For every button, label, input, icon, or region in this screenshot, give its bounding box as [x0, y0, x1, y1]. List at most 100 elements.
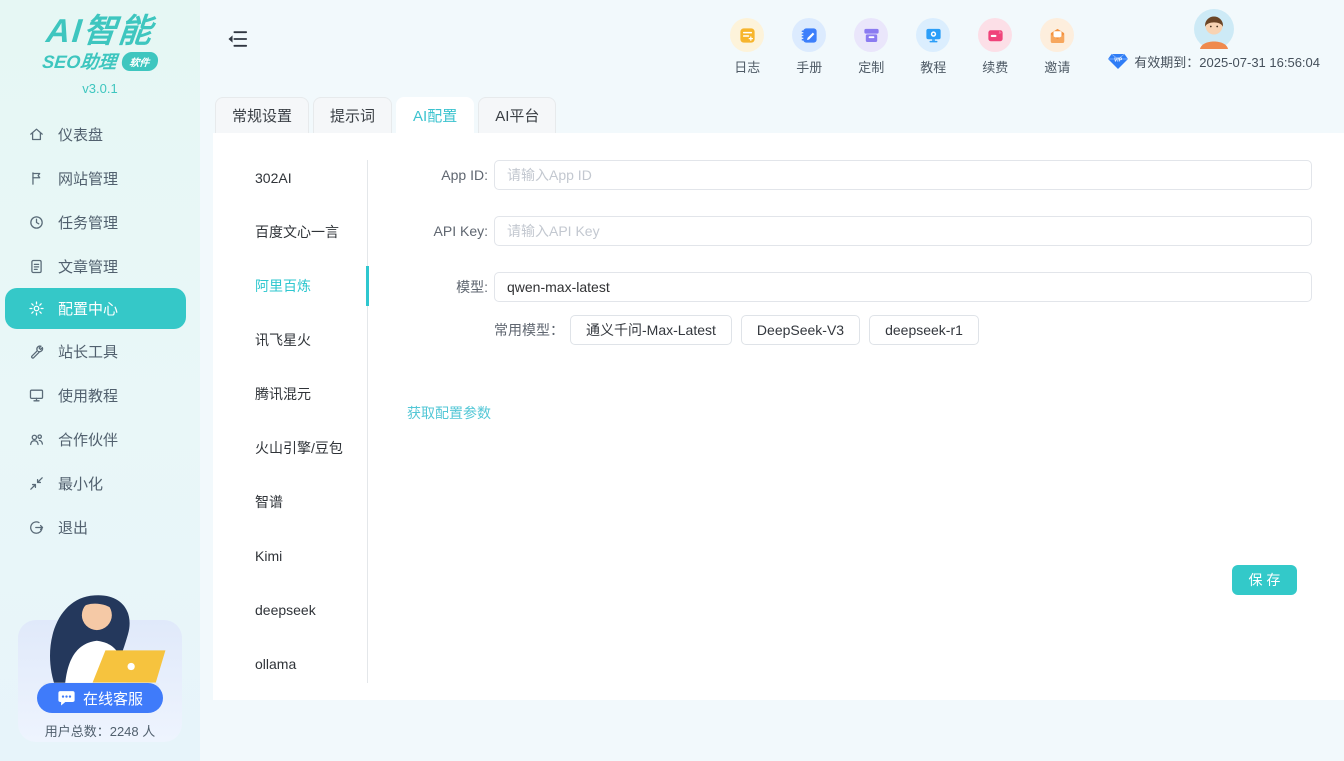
sidebar-item-webmaster-tools[interactable]: 站长工具: [0, 329, 200, 373]
sidebar-item-usage-tutorial[interactable]: 使用教程: [0, 373, 200, 417]
shortcut-tutorial[interactable]: 教程: [912, 18, 954, 76]
shortcut-label: 邀请: [1044, 57, 1070, 76]
sidebar-menu: 仪表盘 网站管理 任务管理 文章管理 配置中心 站长工具 使用教程 合作伙伴: [0, 112, 200, 549]
minimize-arrows-icon: [28, 475, 45, 492]
vip-badge-icon: VIP: [1108, 53, 1128, 70]
tab-label: 常规设置: [232, 105, 292, 126]
sidebar-item-label: 合作伙伴: [58, 429, 118, 450]
provider-list: 302AI 百度文心一言 阿里百炼 讯飞星火 腾讯混元 火山引擎/豆包 智谱 K…: [213, 133, 368, 700]
tab-label: 提示词: [330, 105, 375, 126]
manual-icon: [792, 18, 826, 52]
sidebar-item-tasks[interactable]: 任务管理: [0, 200, 200, 244]
provider-label: 302AI: [255, 170, 292, 186]
app-id-label: App ID:: [368, 167, 488, 183]
tab-ai-config[interactable]: AI配置: [396, 97, 474, 133]
shortcut-custom[interactable]: 定制: [850, 18, 892, 76]
fold-sidebar-icon[interactable]: [225, 27, 251, 54]
provider-kimi[interactable]: Kimi: [213, 529, 368, 583]
online-customer-service-button[interactable]: 在线客服: [37, 683, 163, 713]
custom-icon: [854, 18, 888, 52]
chat-bubble-icon: [57, 690, 76, 707]
shortcut-manual[interactable]: 手册: [788, 18, 830, 76]
app-logo: AI智能 SEO助理 软件 v3.0.1: [0, 0, 200, 96]
provider-config-form: App ID: API Key: 模型: 常用模型： 通义千问-Max-Late…: [368, 133, 1344, 700]
logo-title: AI智能: [0, 12, 202, 50]
sidebar-item-label: 退出: [58, 517, 88, 538]
shortcut-logs[interactable]: 日志: [726, 18, 768, 76]
provider-zhipu[interactable]: 智谱: [213, 475, 368, 529]
sidebar-item-label: 网站管理: [58, 168, 118, 189]
shortcut-invite[interactable]: 邀请: [1036, 18, 1078, 76]
sidebar: AI智能 SEO助理 软件 v3.0.1 仪表盘 网站管理 任务管理 文章管理 …: [0, 0, 200, 761]
sidebar-item-dashboard[interactable]: 仪表盘: [0, 112, 200, 156]
sidebar-item-label: 最小化: [58, 473, 103, 494]
topbar-right: 日志 手册 定制 教程: [726, 0, 1344, 76]
provider-volcano-doubao[interactable]: 火山引擎/豆包: [213, 421, 368, 475]
provider-label: 百度文心一言: [255, 222, 339, 242]
provider-label: 智谱: [255, 492, 283, 512]
provider-ali-bailian[interactable]: 阿里百炼: [213, 259, 368, 313]
provider-tencent-hunyuan[interactable]: 腾讯混元: [213, 367, 368, 421]
avatar[interactable]: [1194, 9, 1234, 49]
save-button[interactable]: 保 存: [1232, 565, 1297, 595]
model-option-deepseek-r1[interactable]: deepseek-r1: [869, 315, 979, 345]
sidebar-item-label: 站长工具: [58, 341, 118, 362]
provider-baidu-wenxin[interactable]: 百度文心一言: [213, 205, 368, 259]
main-area: 日志 手册 定制 教程: [200, 0, 1344, 761]
api-key-input[interactable]: [494, 216, 1312, 246]
partner-people-icon: [28, 431, 45, 448]
api-key-label: API Key:: [368, 223, 488, 239]
support-card: 在线客服 用户总数：2248 人: [18, 620, 182, 742]
logout-icon: [28, 519, 45, 536]
tab-prompts[interactable]: 提示词: [313, 97, 392, 133]
provider-label: ollama: [255, 656, 296, 672]
fetch-config-params-link[interactable]: 获取配置参数: [407, 403, 491, 423]
online-customer-service-label: 在线客服: [83, 688, 143, 709]
logo-subtitle: SEO助理: [41, 48, 118, 74]
renew-icon: [978, 18, 1012, 52]
tutorial-monitor-icon: [28, 387, 45, 404]
sidebar-item-sites[interactable]: 网站管理: [0, 156, 200, 200]
dashboard-icon: [28, 126, 45, 143]
provider-label: deepseek: [255, 602, 316, 618]
customer-service-illustration: [24, 584, 174, 697]
invite-icon: [1040, 18, 1074, 52]
model-option-qwen-max-latest[interactable]: 通义千问-Max-Latest: [570, 315, 732, 345]
article-doc-icon: [28, 258, 45, 275]
provider-302ai[interactable]: 302AI: [213, 151, 368, 205]
total-users-count: 用户总数：2248 人: [18, 721, 182, 740]
tab-general-settings[interactable]: 常规设置: [215, 97, 309, 133]
vip-expiry-text: 有效期到：2025-07-31 16:56:04: [1134, 52, 1320, 71]
sidebar-item-label: 配置中心: [58, 298, 118, 319]
app-id-input[interactable]: [494, 160, 1312, 190]
provider-label: 腾讯混元: [255, 384, 311, 404]
support-widget: 在线客服 用户总数：2248 人: [18, 620, 182, 742]
user-profile: VIP 有效期到：2025-07-31 16:56:04: [1108, 9, 1320, 71]
provider-label: Kimi: [255, 548, 282, 564]
common-model-buttons: 通义千问-Max-Latest DeepSeek-V3 deepseek-r1: [570, 315, 979, 345]
sidebar-item-label: 任务管理: [58, 212, 118, 233]
settings-tabbar: 常规设置 提示词 AI配置 AI平台: [215, 97, 1344, 133]
provider-deepseek[interactable]: deepseek: [213, 583, 368, 637]
webmaster-wrench-icon: [28, 343, 45, 360]
sidebar-item-label: 使用教程: [58, 385, 118, 406]
model-option-deepseek-v3[interactable]: DeepSeek-V3: [741, 315, 860, 345]
tutorial-icon: [916, 18, 950, 52]
tab-ai-platform[interactable]: AI平台: [478, 97, 556, 133]
provider-label: 阿里百炼: [255, 276, 311, 296]
tab-label: AI配置: [413, 105, 457, 126]
sidebar-item-label: 文章管理: [58, 256, 118, 277]
model-input[interactable]: [494, 272, 1312, 302]
provider-xunfei-xinghuo[interactable]: 讯飞星火: [213, 313, 368, 367]
sidebar-item-minimize[interactable]: 最小化: [0, 461, 200, 505]
sidebar-item-exit[interactable]: 退出: [0, 505, 200, 549]
task-clock-icon: [28, 214, 45, 231]
header-shortcuts: 日志 手册 定制 教程: [726, 18, 1078, 76]
sidebar-item-articles[interactable]: 文章管理: [0, 244, 200, 288]
shortcut-renew[interactable]: 续费: [974, 18, 1016, 76]
sidebar-item-config-center[interactable]: 配置中心: [5, 288, 186, 329]
provider-ollama[interactable]: ollama: [213, 637, 368, 691]
common-models-label: 常用模型：: [494, 320, 564, 340]
sidebar-item-partners[interactable]: 合作伙伴: [0, 417, 200, 461]
logo-badge: 软件: [121, 52, 159, 71]
